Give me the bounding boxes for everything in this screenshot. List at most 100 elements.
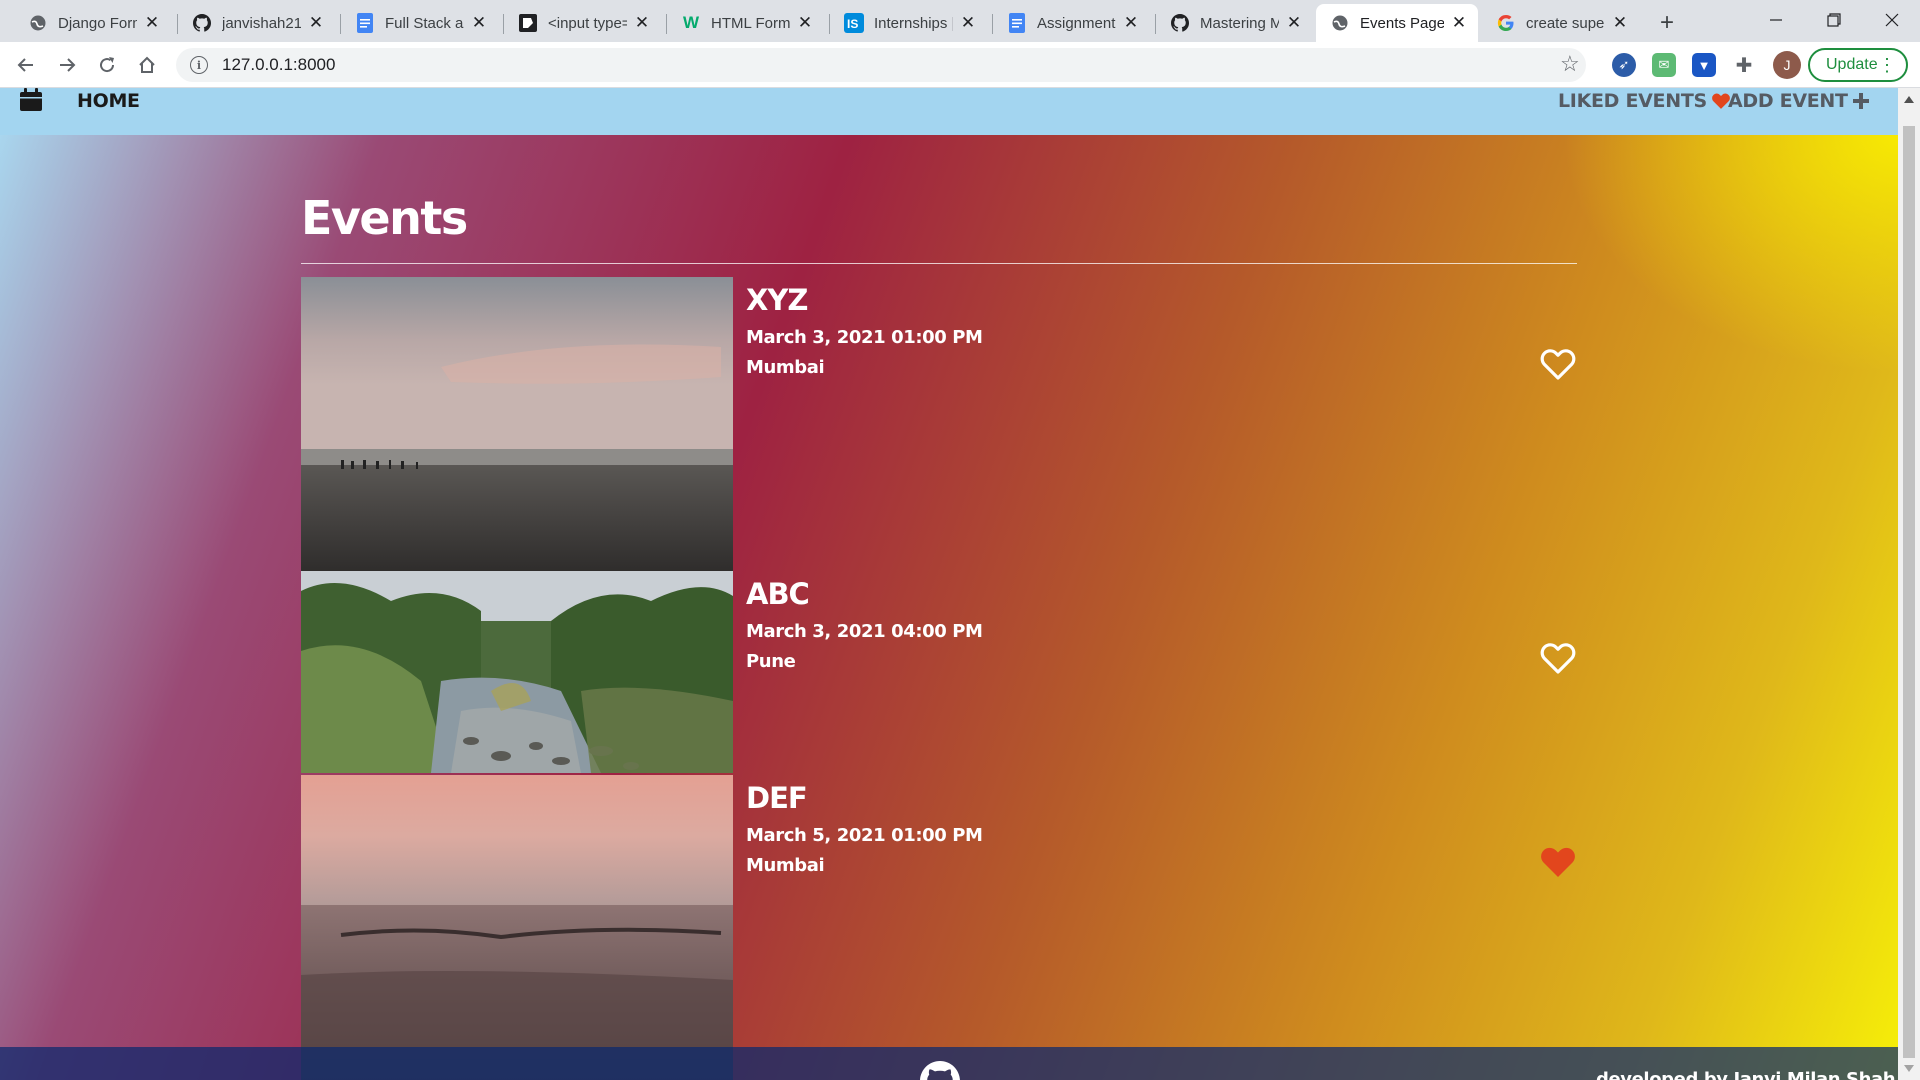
close-icon[interactable]: ✕ <box>633 13 651 32</box>
event-card: XYZ March 3, 2021 01:00 PM Mumbai <box>301 277 1577 571</box>
calendar-icon[interactable] <box>19 88 43 112</box>
address-bar[interactable]: i 127.0.0.1:8000 <box>176 48 1586 82</box>
tab-create-super[interactable]: create super ✕ <box>1482 4 1639 42</box>
arrow-right-icon <box>60 58 76 72</box>
globe-icon <box>28 13 48 33</box>
background-glow <box>1560 135 1898 375</box>
like-button[interactable] <box>1539 641 1577 677</box>
back-button[interactable] <box>10 49 42 81</box>
restore-icon <box>1827 13 1841 27</box>
event-card: ABC March 3, 2021 04:00 PM Pune <box>301 571 1577 773</box>
nav-liked-events-link[interactable]: LIKED EVENTS <box>1558 90 1731 112</box>
url-text: 127.0.0.1:8000 <box>222 55 336 74</box>
restore-button[interactable] <box>1806 0 1862 40</box>
heart-outline-icon <box>1540 643 1576 674</box>
event-name: XYZ <box>746 283 808 317</box>
unlike-button[interactable] <box>1539 845 1577 881</box>
scrollbar-thumb[interactable] <box>1903 126 1915 1058</box>
close-icon[interactable]: ✕ <box>307 13 325 32</box>
update-label: Update <box>1826 56 1878 73</box>
google-icon <box>1496 13 1516 33</box>
minimize-button[interactable] <box>1748 0 1804 40</box>
github-icon <box>192 13 212 33</box>
w3schools-icon: W <box>682 13 700 32</box>
tab-mastering[interactable]: Mastering M ✕ <box>1156 4 1313 42</box>
bookmark-star-icon[interactable]: ☆ <box>1560 51 1580 77</box>
title-divider <box>301 263 1577 264</box>
close-icon[interactable]: ✕ <box>143 13 161 32</box>
tab-title: HTML Forms <box>711 14 790 32</box>
tab-title: create super <box>1526 14 1605 32</box>
update-button[interactable]: Update ⋮ <box>1808 48 1908 82</box>
scroll-up-arrow-icon[interactable] <box>1904 96 1914 103</box>
tab-janvishah21[interactable]: janvishah21/ ✕ <box>178 4 335 42</box>
tab-title: Mastering M <box>1200 14 1279 32</box>
event-location: Mumbai <box>746 357 825 378</box>
extension-rocket-icon[interactable]: ➶ <box>1612 53 1636 77</box>
close-icon[interactable]: ✕ <box>1285 13 1303 32</box>
event-image <box>301 775 733 1080</box>
tab-events-page[interactable]: Events Page ✕ <box>1316 4 1478 42</box>
tab-input-type[interactable]: <input type= ✕ <box>504 4 661 42</box>
page-scrollbar[interactable] <box>1898 88 1920 1080</box>
event-photo-beach-dusk[interactable] <box>301 277 733 571</box>
reload-button[interactable] <box>91 49 123 81</box>
footer: developed by Janvi Milan Shah <box>0 1047 1898 1080</box>
minimize-icon <box>1770 19 1782 21</box>
close-window-button[interactable] <box>1864 0 1920 40</box>
home-icon <box>139 56 155 73</box>
event-name: DEF <box>746 781 808 815</box>
close-icon[interactable]: ✕ <box>1611 13 1629 32</box>
tab-full-stack[interactable]: Full Stack as ✕ <box>341 4 498 42</box>
page-title: Events <box>301 191 468 245</box>
docs-icon <box>1007 13 1027 33</box>
close-icon[interactable]: ✕ <box>1450 13 1468 32</box>
github-icon[interactable] <box>920 1061 960 1080</box>
event-location: Mumbai <box>746 855 825 876</box>
event-datetime: March 5, 2021 01:00 PM <box>746 825 983 846</box>
forward-button[interactable] <box>51 49 83 81</box>
docs-icon <box>355 13 375 33</box>
svg-text:IS: IS <box>847 17 858 31</box>
new-tab-button[interactable]: + <box>1652 8 1682 38</box>
tab-title: <input type= <box>548 14 627 32</box>
tab-title: Internships | <box>874 14 953 32</box>
heart-outline-icon <box>1540 349 1576 380</box>
reload-icon <box>100 57 115 73</box>
tab-assignment[interactable]: Assignment ✕ <box>993 4 1150 42</box>
tab-title: Django Form <box>58 14 137 32</box>
close-icon[interactable]: ✕ <box>796 13 814 32</box>
event-datetime: March 3, 2021 01:00 PM <box>746 327 983 348</box>
globe-icon <box>1330 13 1350 33</box>
nav-add-event-link[interactable]: ADD EVENT <box>1728 90 1869 112</box>
event-location: Pune <box>746 651 796 672</box>
like-button[interactable] <box>1539 347 1577 383</box>
page-viewport: Events XYZ March 3, 2021 01:00 PM Mumbai… <box>0 88 1898 1080</box>
event-photo-beach-sunset[interactable] <box>301 775 733 1080</box>
extensions-puzzle-icon[interactable]: ✚ <box>1732 53 1756 77</box>
close-icon[interactable]: ✕ <box>470 13 488 32</box>
site-info-icon[interactable]: i <box>190 56 208 74</box>
tab-django-form[interactable]: Django Form ✕ <box>14 4 171 42</box>
tab-html-forms[interactable]: W HTML Forms ✕ <box>667 4 824 42</box>
nav-home-link[interactable]: HOME <box>77 90 140 112</box>
event-image <box>301 571 733 773</box>
tab-title: Assignment <box>1037 14 1116 32</box>
home-button[interactable] <box>131 49 163 81</box>
scroll-down-arrow-icon[interactable] <box>1904 1065 1914 1072</box>
close-icon[interactable]: ✕ <box>959 13 977 32</box>
nav-liked-label: LIKED EVENTS <box>1558 90 1707 112</box>
event-photo-river-forest[interactable] <box>301 571 733 773</box>
kebab-menu-icon[interactable]: ⋮ <box>1878 55 1896 75</box>
event-card: DEF March 5, 2021 01:00 PM Mumbai <box>301 775 1577 1080</box>
extension-filter-icon[interactable]: ▼ <box>1692 53 1716 77</box>
event-image <box>301 277 733 571</box>
tab-title: Full Stack as <box>385 14 464 32</box>
nav-add-label: ADD EVENT <box>1728 90 1848 112</box>
event-datetime: March 3, 2021 04:00 PM <box>746 621 983 642</box>
extension-inbox-icon[interactable]: ✉ <box>1652 53 1676 77</box>
close-icon[interactable]: ✕ <box>1122 13 1140 32</box>
profile-avatar[interactable]: J <box>1773 51 1801 79</box>
tab-internships[interactable]: IS Internships | ✕ <box>830 4 987 42</box>
site-navbar: HOME LIKED EVENTS ADD EVENT <box>0 88 1898 135</box>
